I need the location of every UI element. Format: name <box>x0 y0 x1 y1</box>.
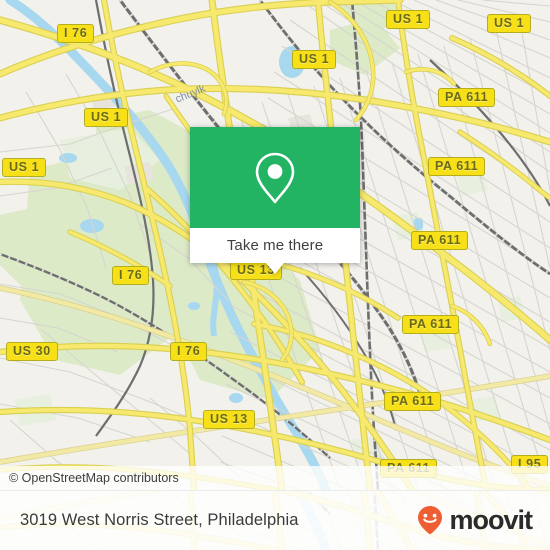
road-shield: PA 611 <box>402 315 460 334</box>
road-shield: US 1 <box>487 14 532 33</box>
road-shield: I 76 <box>112 266 150 285</box>
attribution-band: © OpenStreetMap contributors <box>0 466 550 490</box>
address-label: 3019 West Norris Street, Philadelphia <box>20 510 299 529</box>
map-screenshot-page: chuylk I 76 US 1 US 1 US 1 US 1 PA 611 US 1 PA … <box>0 0 550 550</box>
road-shield: US 1 <box>2 158 47 177</box>
moovit-wordmark: moovit <box>449 504 533 535</box>
take-me-there-label: Take me there <box>226 237 324 254</box>
card-image-area <box>190 127 360 228</box>
road-shield: PA 611 <box>384 392 442 411</box>
road-shield: US 13 <box>203 410 255 429</box>
road-shield: PA 611 <box>411 231 469 250</box>
road-shield: US 1 <box>84 108 129 127</box>
road-shield: US 1 <box>386 10 431 29</box>
road-shield: I 76 <box>170 342 208 361</box>
road-shield: PA 611 <box>428 157 486 176</box>
road-shield: US 1 <box>292 50 337 69</box>
take-me-there-card[interactable]: Take me there <box>190 127 360 274</box>
moovit-logo[interactable]: moovit <box>413 503 533 537</box>
road-shield: PA 611 <box>438 88 496 107</box>
road-shield: US 30 <box>6 342 58 361</box>
footer-bar: 3019 West Norris Street, Philadelphia mo… <box>0 490 550 550</box>
map-pin-icon <box>255 152 295 203</box>
card-pointer-tail <box>266 263 284 274</box>
moovit-pin-smile-icon <box>418 506 443 535</box>
osm-attribution[interactable]: © OpenStreetMap contributors <box>0 471 179 485</box>
map-canvas[interactable]: chuylk I 76 US 1 US 1 US 1 US 1 PA 611 US 1 PA … <box>0 0 550 490</box>
road-shield: I 76 <box>57 24 95 43</box>
card-action-area[interactable]: Take me there <box>190 228 360 263</box>
